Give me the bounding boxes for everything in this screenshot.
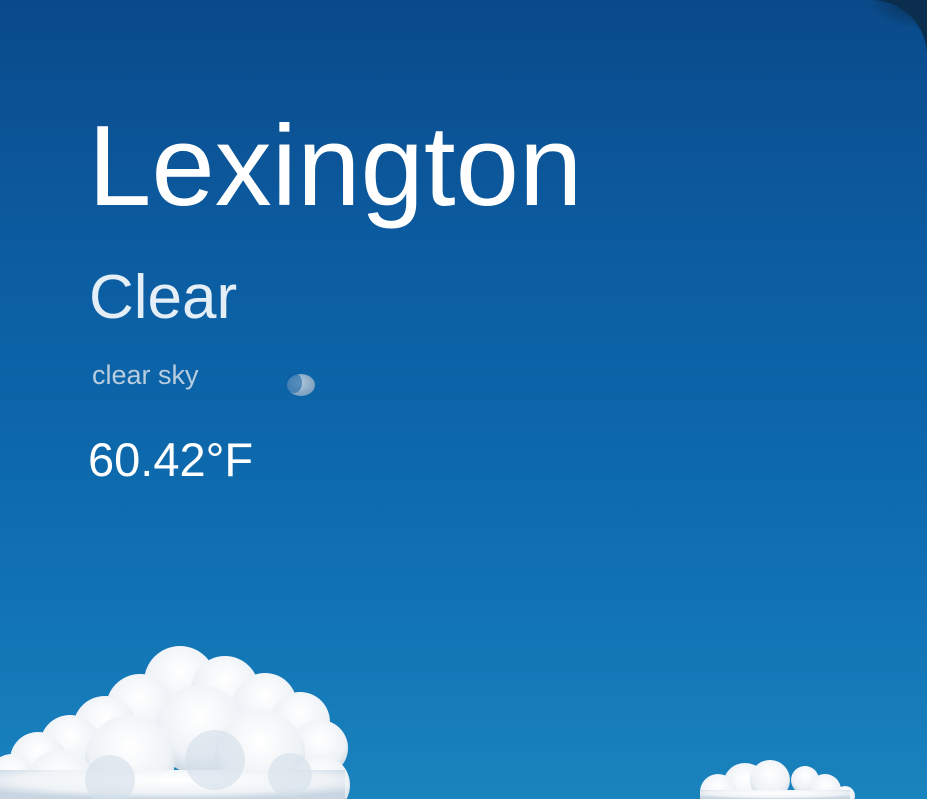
clouds-image — [0, 646, 855, 799]
temperature-reading: 60.42°F — [88, 433, 254, 486]
corner-shade — [867, 0, 927, 30]
weather-description: clear sky — [92, 360, 199, 390]
moon-icon — [286, 373, 315, 396]
weather-card: Lexington Clear clear sky 60.42°F — [0, 0, 927, 799]
city-name: Lexington — [88, 103, 583, 230]
weather-condition: Clear — [89, 263, 238, 332]
